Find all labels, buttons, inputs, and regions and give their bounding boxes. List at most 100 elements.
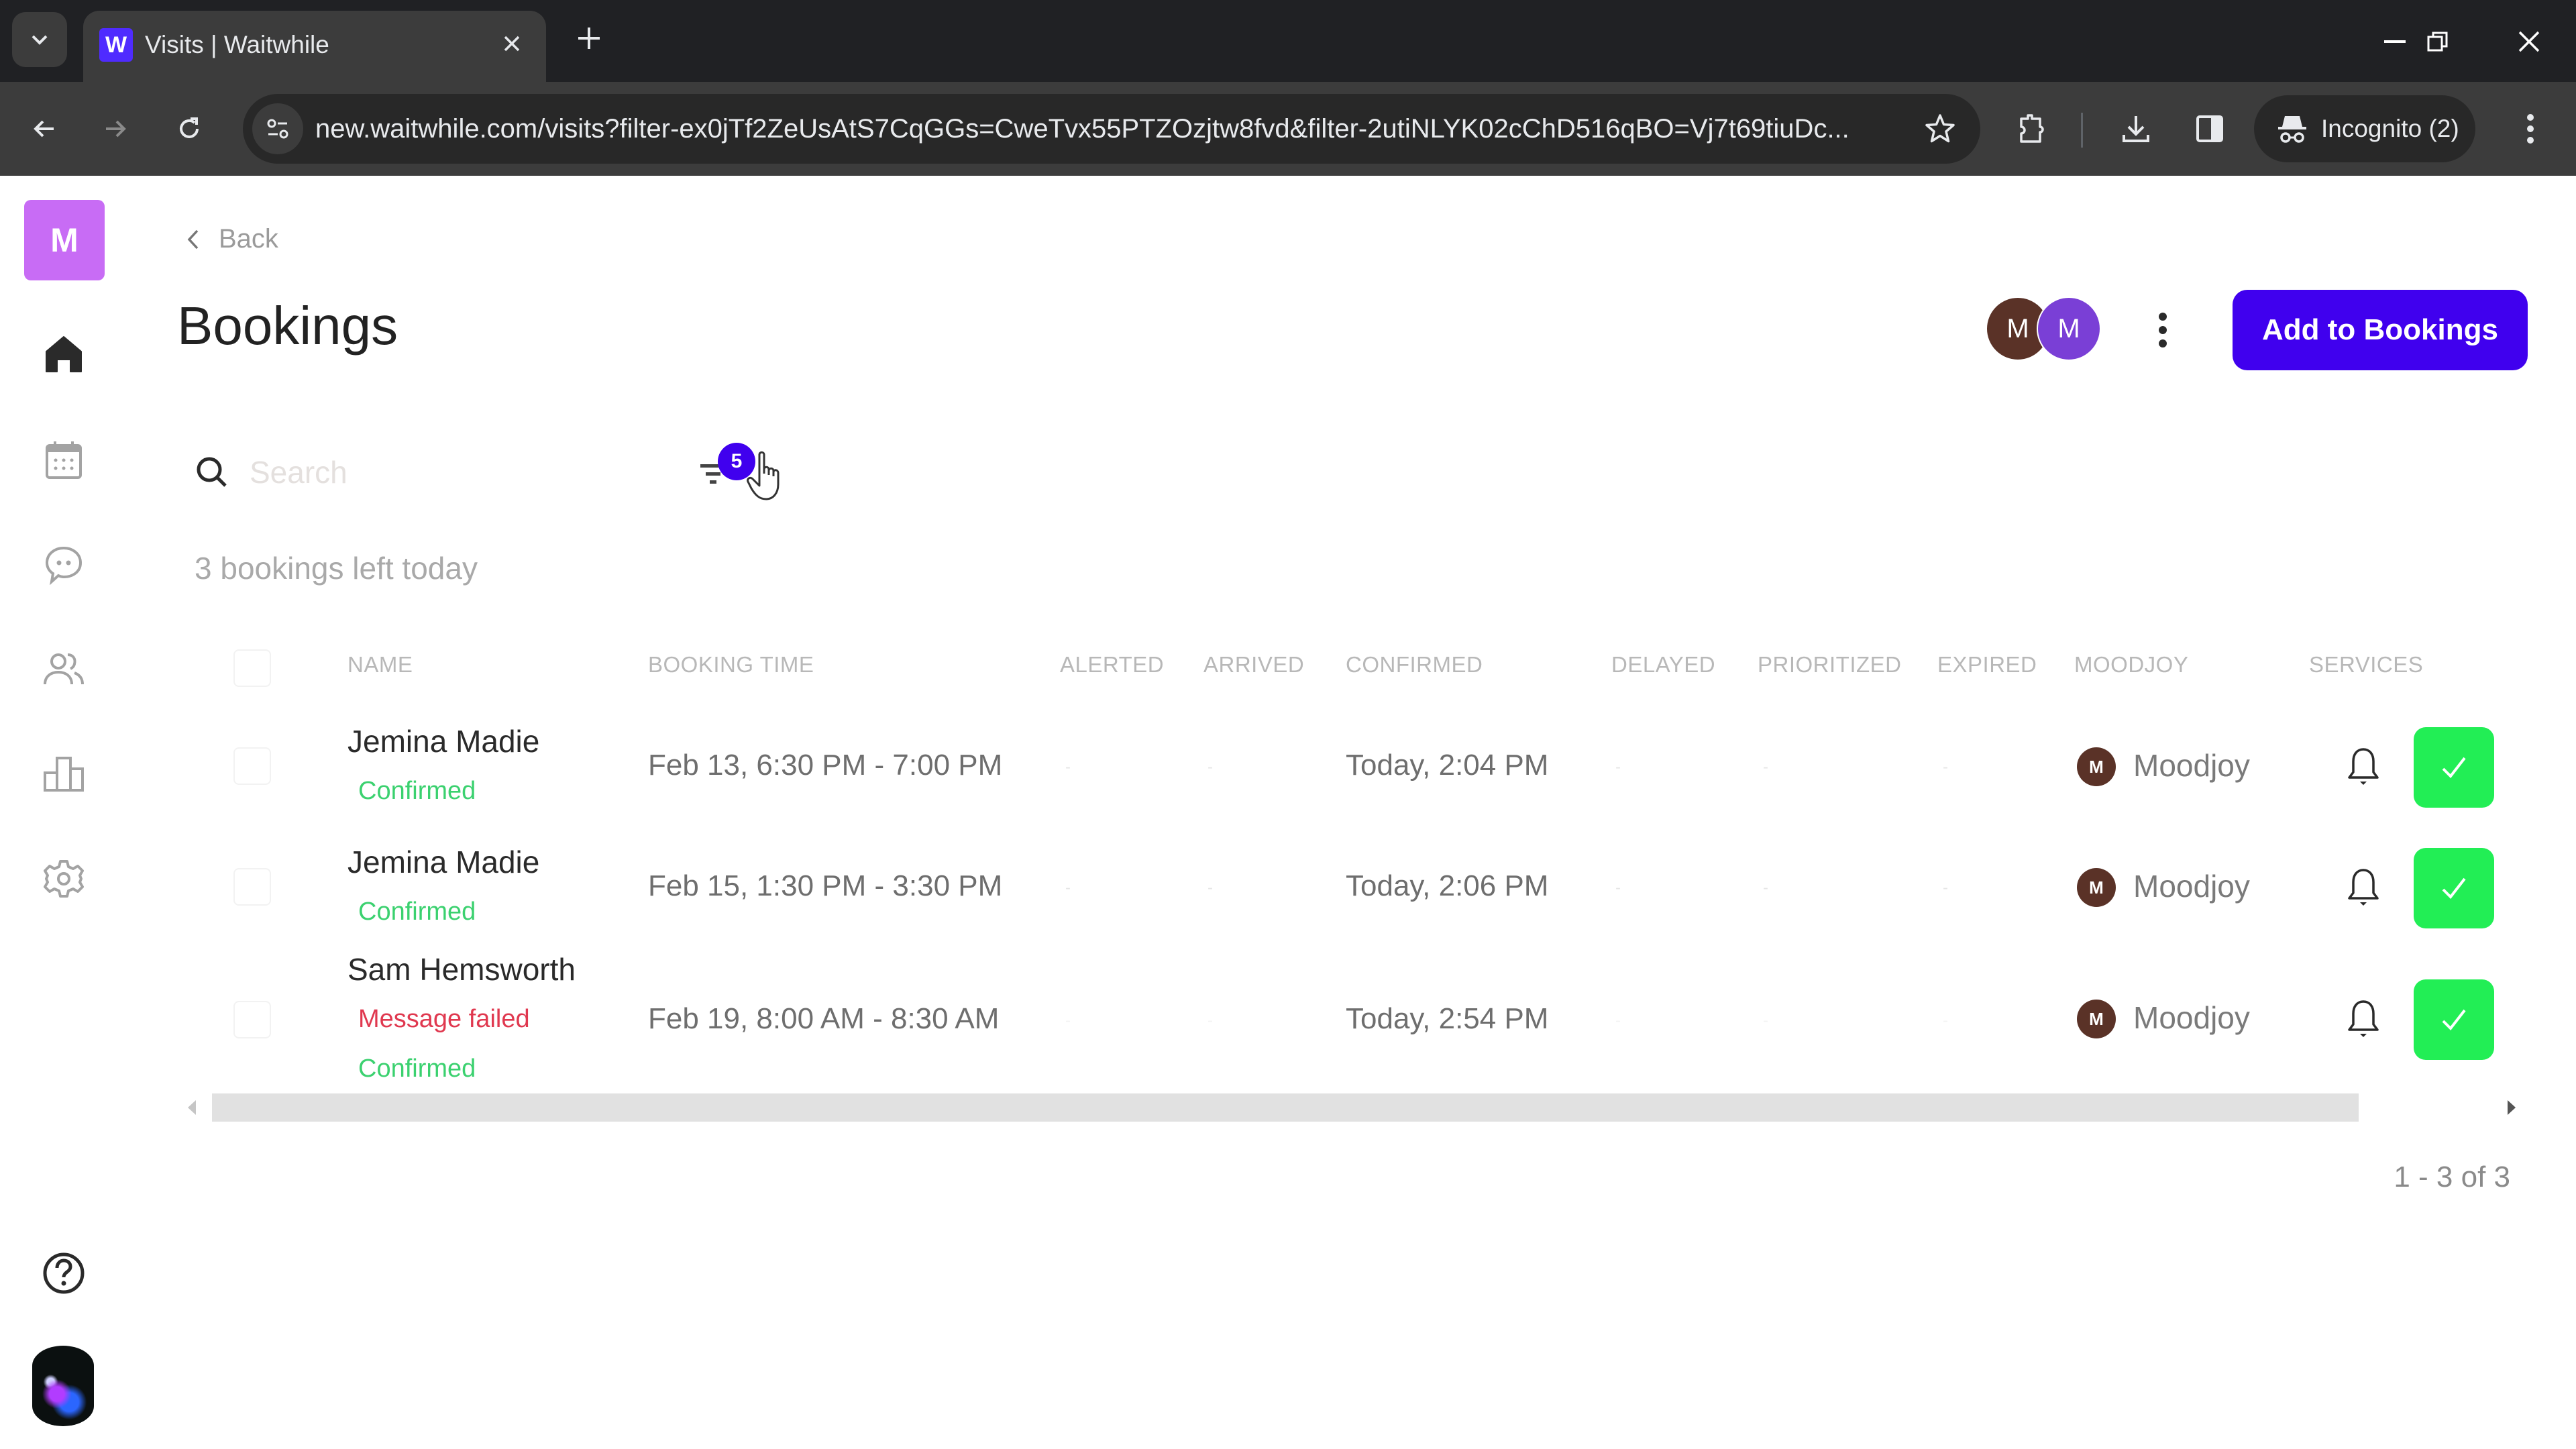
url-text[interactable]: new.waitwhile.com/visits?filter-ex0jTf2Z… — [315, 94, 1858, 164]
booking-time: Feb 19, 8:00 AM - 8:30 AM — [648, 1002, 1000, 1035]
user-profile-avatar[interactable] — [32, 1346, 94, 1426]
bar-chart-icon — [44, 757, 84, 792]
plus-icon — [578, 28, 600, 49]
app-sidebar: M — [0, 176, 127, 1449]
booking-time: Feb 13, 6:30 PM - 7:00 PM — [648, 749, 1003, 782]
sidebar-item-customers[interactable] — [37, 643, 91, 696]
notify-button[interactable] — [2340, 743, 2387, 790]
select-all-checkbox[interactable] — [233, 649, 271, 687]
scroll-left-arrow-icon[interactable] — [188, 1100, 196, 1115]
checkmark-icon — [2442, 877, 2466, 900]
bookings-left-summary: 3 bookings left today — [195, 551, 478, 586]
browser-tab-active[interactable]: W Visits | Waitwhile — [83, 11, 546, 82]
back-nav-button[interactable] — [16, 101, 72, 157]
column-header-delayed[interactable]: DELAYED — [1611, 652, 1715, 678]
side-panel-button[interactable] — [2182, 101, 2238, 157]
sidebar-item-settings[interactable] — [37, 852, 91, 906]
home-icon — [46, 336, 82, 372]
back-link[interactable]: Back — [185, 224, 278, 254]
sidebar-item-analytics[interactable] — [37, 747, 91, 801]
delayed-value: - — [1615, 879, 1621, 897]
more-vert-icon — [2527, 114, 2534, 144]
new-tab-button[interactable] — [570, 20, 608, 58]
filter-button[interactable]: 5 — [698, 443, 755, 496]
reload-button[interactable] — [161, 101, 217, 157]
row-checkbox[interactable] — [233, 1001, 271, 1038]
forward-nav-button[interactable] — [87, 101, 144, 157]
expired-value: - — [1943, 1012, 1948, 1030]
gear-icon — [44, 860, 84, 898]
table-horizontal-scrollbar[interactable] — [185, 1092, 2520, 1123]
delayed-value: - — [1615, 1012, 1621, 1030]
moodjoy-label: Moodjoy — [2133, 869, 2250, 904]
column-header-moodjoy[interactable]: MOODJOY — [2074, 652, 2188, 678]
tab-title: Visits | Waitwhile — [145, 31, 329, 58]
pagination-summary: 1 - 3 of 3 — [2394, 1161, 2510, 1193]
address-bar[interactable]: new.waitwhile.com/visits?filter-ex0jTf2Z… — [243, 94, 1980, 164]
moodjoy-avatar: M — [2077, 868, 2116, 907]
hand-pointer-cursor-icon — [747, 451, 780, 500]
page-more-button[interactable] — [2141, 303, 2184, 357]
help-button[interactable] — [37, 1246, 91, 1300]
row-checkbox[interactable] — [233, 747, 271, 785]
notify-button[interactable] — [2340, 864, 2387, 911]
incognito-indicator[interactable]: Incognito (2) — [2254, 95, 2475, 162]
page-title: Bookings — [177, 296, 398, 356]
chevron-left-icon — [187, 229, 199, 249]
serve-button[interactable] — [2414, 727, 2494, 808]
scroll-right-arrow-icon[interactable] — [2508, 1100, 2516, 1115]
sidebar-item-home[interactable] — [37, 327, 91, 381]
alerted-value: - — [1065, 758, 1071, 776]
serve-button[interactable] — [2414, 848, 2494, 928]
row-checkbox[interactable] — [233, 868, 271, 906]
window-close-icon — [2518, 31, 2540, 52]
column-header-expired[interactable]: EXPIRED — [1937, 652, 2037, 678]
browser-menu-button[interactable] — [2502, 101, 2559, 157]
window-close-button[interactable] — [2502, 15, 2556, 68]
customer-name[interactable]: Jemina Madie — [347, 844, 539, 880]
tab-search-button[interactable] — [12, 12, 67, 67]
confirmed-time: Today, 2:06 PM — [1346, 869, 1549, 902]
sidebar-item-calendar[interactable] — [37, 433, 91, 487]
column-header-alerted[interactable]: ALERTED — [1060, 652, 1164, 678]
staff-avatar[interactable]: M — [2037, 297, 2101, 361]
customer-name[interactable]: Sam Hemsworth — [347, 951, 576, 987]
forward-arrow-icon — [106, 120, 126, 138]
back-label: Back — [219, 224, 278, 254]
customer-name[interactable]: Jemina Madie — [347, 723, 539, 759]
column-header-services[interactable]: SERVICES — [2309, 652, 2423, 678]
scrollbar-thumb[interactable] — [212, 1093, 2359, 1122]
chevron-down-icon — [32, 35, 48, 45]
extensions-button[interactable] — [2003, 101, 2059, 157]
back-arrow-icon — [34, 120, 54, 138]
prioritized-value: - — [1763, 758, 1768, 776]
alerted-value: - — [1065, 1012, 1071, 1030]
reload-icon — [180, 117, 199, 138]
tab-close-button[interactable] — [495, 27, 529, 60]
serve-button[interactable] — [2414, 979, 2494, 1060]
restore-button[interactable] — [2411, 15, 2465, 68]
moodjoy-label: Moodjoy — [2133, 748, 2250, 783]
search-input[interactable] — [250, 454, 625, 490]
bell-icon — [2348, 869, 2379, 906]
extensions-icon — [2020, 114, 2044, 143]
minimize-icon — [2384, 40, 2406, 43]
notify-button[interactable] — [2340, 996, 2387, 1042]
column-header-booking-time[interactable]: BOOKING TIME — [648, 652, 814, 678]
add-to-bookings-button[interactable]: Add to Bookings — [2233, 290, 2528, 370]
sidebar-item-messages[interactable] — [37, 538, 91, 592]
column-header-arrived[interactable]: ARRIVED — [1203, 652, 1304, 678]
staff-avatars[interactable]: M M — [1986, 297, 2106, 364]
column-header-prioritized[interactable]: PRIORITIZED — [1758, 652, 1902, 678]
downloads-button[interactable] — [2108, 101, 2164, 157]
checkmark-icon — [2442, 757, 2466, 779]
site-info-button[interactable] — [252, 103, 303, 154]
column-header-name[interactable]: NAME — [347, 652, 413, 678]
star-icon — [1925, 114, 1955, 143]
bookmark-button[interactable] — [1920, 109, 1960, 149]
column-header-confirmed[interactable]: CONFIRMED — [1346, 652, 1483, 678]
restore-icon — [2427, 32, 2448, 52]
org-logo-button[interactable]: M — [24, 200, 105, 280]
status-tag-confirmed: Confirmed — [358, 898, 476, 926]
alerted-value: - — [1065, 879, 1071, 897]
